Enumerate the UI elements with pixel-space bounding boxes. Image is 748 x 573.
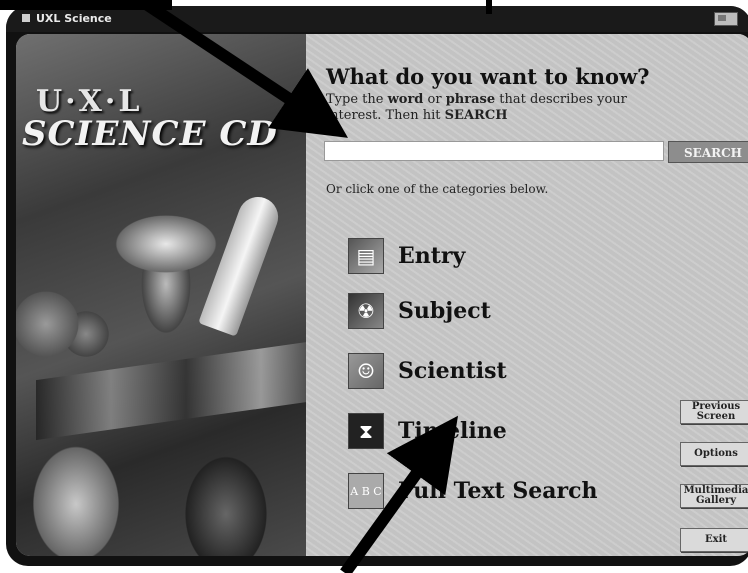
hourglass-icon: ⧗ <box>348 413 384 449</box>
collage-band-image <box>36 337 336 441</box>
category-full-text-search[interactable]: A B C Full Text Search <box>348 469 598 513</box>
brand-logo-main: SCIENCE CD <box>22 114 278 154</box>
options-button[interactable]: Options <box>680 442 748 466</box>
category-full-text-label: Full Text Search <box>398 478 598 504</box>
space-shuttle-image <box>198 191 284 337</box>
abc-icon: A B C <box>348 473 384 509</box>
category-entry[interactable]: ▤ Entry <box>348 234 465 278</box>
category-subject-label: Subject <box>398 298 491 324</box>
zoom-box-icon[interactable] <box>714 12 738 26</box>
instr-phrase: phrase <box>445 92 496 107</box>
instr-pre: Type the <box>326 92 388 107</box>
instr-search: SEARCH <box>444 108 508 123</box>
search-panel: What do you want to know? Type the word … <box>306 34 748 556</box>
category-entry-label: Entry <box>398 243 466 269</box>
categories-hint: Or click one of the categories below. <box>326 182 549 196</box>
search-instructions: Type the word or phrase that describes y… <box>326 92 666 124</box>
category-scientist[interactable]: ☺ Scientist <box>348 349 507 393</box>
portrait-icon: ☺ <box>348 353 384 389</box>
page-title: What do you want to know? <box>326 64 650 89</box>
multimedia-gallery-button[interactable]: Multimedia Gallery <box>680 484 748 508</box>
instr-word: word <box>387 92 424 107</box>
category-timeline[interactable]: ⧗ Timeline <box>348 409 507 453</box>
window-title: UXL Science <box>36 12 112 25</box>
app-window: UXL Science U·X·L SCIENCE CD What do you… <box>6 6 748 566</box>
main-content: U·X·L SCIENCE CD What do you want to kno… <box>16 34 748 556</box>
instr-or: or <box>423 92 446 107</box>
exit-button[interactable]: Exit <box>680 528 748 552</box>
book-icon: ▤ <box>348 238 384 274</box>
close-box-icon[interactable] <box>22 14 30 22</box>
title-bar: UXL Science <box>6 6 748 32</box>
category-subject[interactable]: ☢ Subject <box>348 289 491 333</box>
atom-icon: ☢ <box>348 293 384 329</box>
category-scientist-label: Scientist <box>398 358 507 384</box>
science-collage-image: U·X·L SCIENCE CD <box>16 34 336 556</box>
previous-screen-button[interactable]: Previous Screen <box>680 400 748 424</box>
search-input[interactable] <box>324 141 664 161</box>
search-button[interactable]: SEARCH <box>668 141 748 163</box>
category-timeline-label: Timeline <box>398 418 507 444</box>
